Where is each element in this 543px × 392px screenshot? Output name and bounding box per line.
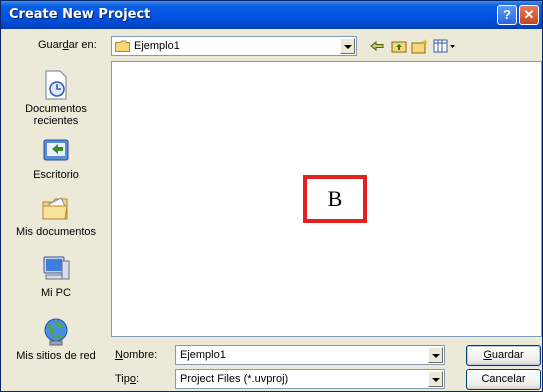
- place-label: Mis sitios de red: [16, 350, 96, 362]
- help-button[interactable]: ?: [497, 5, 517, 25]
- chevron-down-icon[interactable]: [340, 38, 355, 54]
- place-network[interactable]: Mis sitios de red: [4, 316, 108, 362]
- back-icon[interactable]: [369, 38, 385, 54]
- title-bar[interactable]: Create New Project ? ✕: [1, 1, 542, 29]
- cancel-button[interactable]: Cancelar: [466, 369, 541, 390]
- save-in-label: Guardar en:: [38, 39, 97, 51]
- dialog-title: Create New Project: [9, 7, 151, 22]
- place-label: Mi PC: [41, 287, 71, 299]
- create-new-project-dialog: Create New Project ? ✕ Guardar en: Ejemp…: [0, 0, 543, 392]
- my-documents-icon: [42, 197, 68, 220]
- places-bar: Documentos recientes Escritorio Mis docu…: [4, 61, 108, 387]
- place-label: Escritorio: [33, 169, 79, 181]
- place-desktop[interactable]: Escritorio: [4, 135, 108, 181]
- new-folder-icon[interactable]: [411, 38, 429, 54]
- chevron-down-icon[interactable]: [428, 347, 443, 363]
- chevron-down-icon[interactable]: [428, 371, 443, 387]
- view-menu-icon[interactable]: [433, 38, 457, 54]
- file-name-value: Ejemplo1: [180, 349, 226, 361]
- place-my-documents[interactable]: Mis documentos: [4, 192, 108, 238]
- file-list[interactable]: B: [111, 61, 542, 337]
- file-name-input[interactable]: Ejemplo1: [175, 345, 445, 365]
- folder-icon: [115, 40, 130, 52]
- place-label: Documentos recientes: [25, 103, 87, 127]
- file-type-dropdown[interactable]: Project Files (*.uvproj): [175, 369, 445, 389]
- save-button[interactable]: Guardar: [466, 345, 541, 366]
- file-type-value: Project Files (*.uvproj): [180, 373, 289, 385]
- save-in-dropdown[interactable]: Ejemplo1: [111, 36, 357, 56]
- file-name-label: Nombre:: [115, 349, 158, 361]
- place-recent-documents[interactable]: Documentos recientes: [4, 69, 108, 127]
- annotation-marker: B: [303, 175, 367, 223]
- up-folder-icon[interactable]: [391, 38, 407, 54]
- save-in-value: Ejemplo1: [134, 40, 180, 52]
- place-label: Mis documentos: [15, 226, 97, 238]
- desktop-icon: [43, 139, 69, 161]
- my-computer-icon: [43, 256, 70, 280]
- recent-documents-icon: [45, 70, 67, 100]
- place-my-computer[interactable]: Mi PC: [4, 253, 108, 299]
- close-button[interactable]: ✕: [519, 5, 539, 25]
- file-type-label: Tipo:: [115, 373, 140, 385]
- network-places-icon: [44, 318, 68, 346]
